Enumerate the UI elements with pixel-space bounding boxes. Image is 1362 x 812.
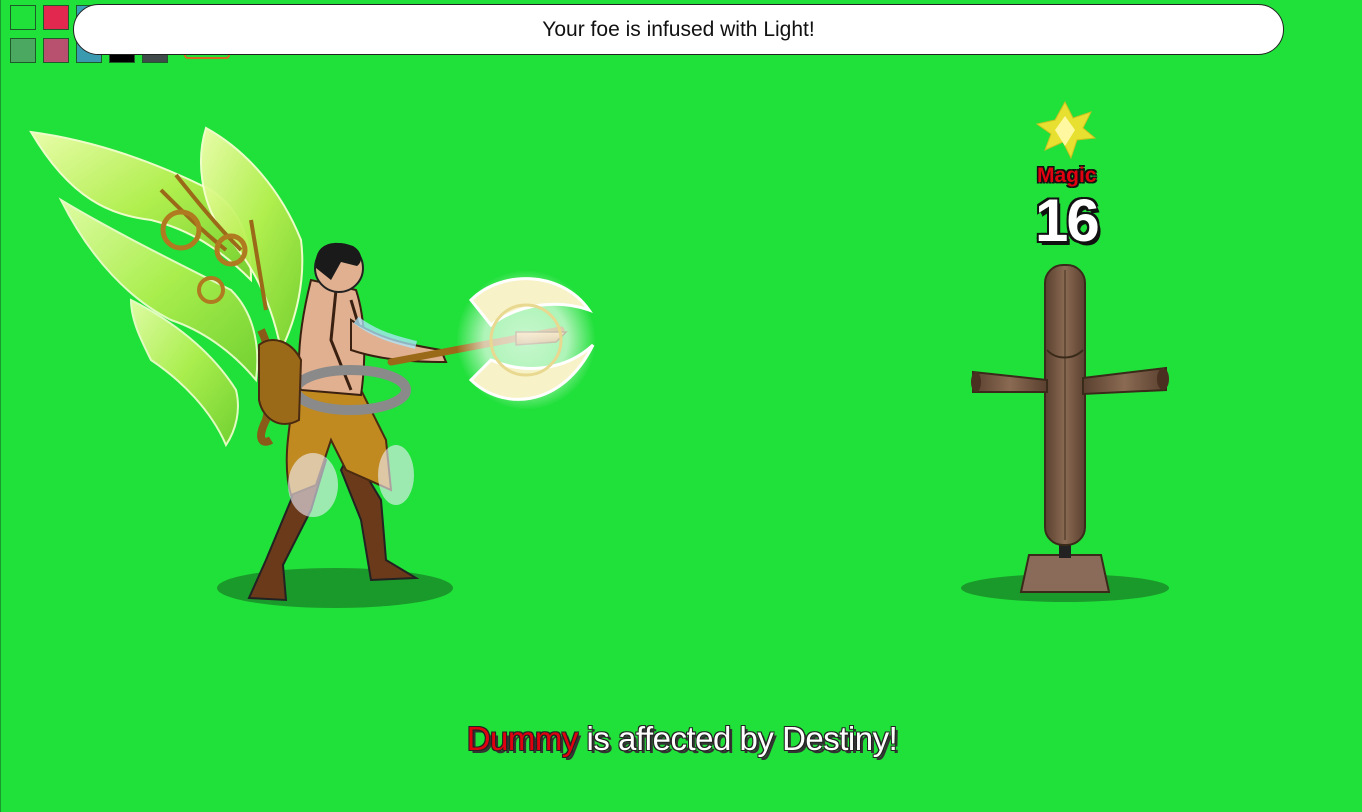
dummy-arm-right: [1082, 366, 1167, 396]
status-target-name: Dummy: [466, 720, 579, 757]
damage-type-label: Magic: [1037, 164, 1097, 187]
light-star-icon: [1035, 100, 1097, 160]
battle-scene: [29, 100, 1169, 608]
status-effect-text: is affected by Destiny!: [577, 720, 898, 757]
training-dummy[interactable]: [961, 264, 1169, 602]
dummy-arm-left: [972, 370, 1048, 393]
damage-number: 16: [1035, 187, 1100, 254]
player-character[interactable]: [29, 126, 596, 608]
combat-status-message: Dummy is affected by Destiny!: [1, 720, 1362, 758]
light-axe-icon: [456, 270, 596, 410]
dummy-base: [1019, 554, 1111, 593]
